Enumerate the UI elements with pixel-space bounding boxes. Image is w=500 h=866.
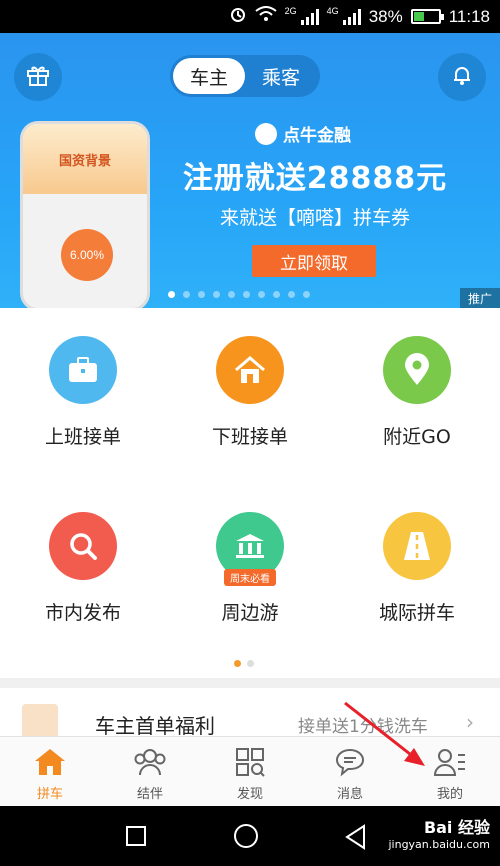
chat-icon [331, 745, 369, 779]
recent-apps-icon[interactable] [126, 826, 146, 846]
watermark-brand: Bai 经验 [423, 818, 490, 837]
tab-label: 结伴 [136, 787, 163, 802]
claim-button[interactable]: 立即领取 [252, 245, 376, 277]
section-divider [0, 678, 500, 688]
search-icon [49, 512, 117, 580]
banner-phone-image: 国资背景 6.00% [20, 121, 150, 308]
signal-icon-2 [342, 8, 361, 25]
tile-label: 附近GO [383, 426, 451, 448]
alarm-icon [229, 5, 247, 28]
network-4g: 4G [326, 5, 339, 16]
brand-name: 点牛金融 [283, 126, 351, 146]
tab-label: 发现 [236, 787, 263, 802]
clock: 11:18 [448, 6, 490, 26]
promo-row[interactable]: 车主首单福利 接单送1分钱洗车 › [0, 688, 500, 736]
feature-grid: 上班接单 下班接单 附近GO 市内发布 周末必看 周边游 城际拼车 [0, 308, 500, 678]
location-icon [383, 336, 451, 404]
toggle-driver[interactable]: 车主 [173, 58, 245, 94]
watermark-url: jingyan.baidu.com [388, 838, 490, 851]
banner-headline: 注册就送28888元 [182, 161, 448, 196]
road-icon [383, 512, 451, 580]
landmark-icon: 周末必看 [216, 512, 284, 586]
battery-percent: 38% [368, 6, 403, 26]
wifi-icon [255, 6, 277, 27]
status-bar: 2G 4G 38% 11:18 [0, 0, 500, 33]
tab-carpool[interactable]: 拼车 [0, 737, 100, 806]
tile-commute-to-work[interactable]: 上班接单 [0, 308, 166, 458]
system-nav-bar: Bai 经验 jingyan.baidu.com [0, 806, 500, 866]
tile-intercity[interactable]: 城际拼车 [334, 484, 500, 634]
tile-nearby-trip[interactable]: 周末必看 周边游 [167, 484, 333, 634]
promo-thumbnail [22, 704, 58, 736]
gift-icon [25, 62, 51, 92]
promo-title: 车主首单福利 [95, 714, 215, 736]
tile-commute-home[interactable]: 下班接单 [167, 308, 333, 458]
ad-tag: 推广 [460, 288, 500, 308]
grid-icon [231, 745, 269, 779]
tab-label: 拼车 [36, 787, 63, 802]
home-icon [216, 336, 284, 404]
tab-discover[interactable]: 发现 [200, 737, 300, 806]
toggle-passenger[interactable]: 乘客 [245, 58, 317, 94]
banner-brand: 点牛金融 [255, 121, 351, 146]
tab-messages[interactable]: 消息 [300, 737, 400, 806]
back-icon[interactable] [344, 824, 368, 854]
phone-screen: 2G 4G 38% 11:18 车主 乘客 国资背景 6.00% 点牛金融 注册… [0, 0, 500, 866]
tab-label: 消息 [336, 787, 363, 802]
tile-city-post[interactable]: 市内发布 [0, 484, 166, 634]
network-2g: 2G [284, 5, 297, 16]
mock-title: 国资背景 [58, 153, 111, 169]
promo-link[interactable]: 接单送1分钱洗车 [298, 712, 428, 736]
tab-label: 我的 [436, 787, 463, 802]
battery-icon [410, 9, 444, 24]
bell-icon [450, 63, 474, 91]
tile-nearby-go[interactable]: 附近GO [334, 308, 500, 458]
signal-icon [300, 8, 319, 25]
tile-label: 上班接单 [44, 426, 121, 448]
brand-logo-icon [255, 122, 277, 145]
profile-icon [431, 745, 469, 779]
gift-button[interactable] [14, 53, 62, 101]
tab-companion[interactable]: 结伴 [100, 737, 200, 806]
tile-label: 下班接单 [211, 426, 288, 448]
tile-label: 城际拼车 [378, 602, 455, 624]
weekend-badge: 周末必看 [224, 569, 276, 586]
home-button-icon[interactable] [234, 824, 258, 848]
tile-label: 周边游 [221, 602, 279, 624]
bottom-tab-bar: 拼车 结伴 发现 消息 我的 [0, 736, 500, 806]
home-icon [31, 745, 69, 779]
banner-pager [168, 291, 310, 298]
grid-pager [234, 660, 254, 667]
tab-mine[interactable]: 我的 [400, 737, 500, 806]
tile-label: 市内发布 [44, 602, 121, 624]
group-icon [131, 745, 169, 779]
chevron-right-icon: › [466, 710, 474, 734]
banner-subline: 来就送【嘀嗒】拼车券 [219, 207, 410, 229]
promo-banner[interactable]: 车主 乘客 国资背景 6.00% 点牛金融 注册就送28888元 来就送【嘀嗒】… [0, 33, 500, 308]
baidu-watermark: Bai 经验 jingyan.baidu.com [388, 814, 490, 851]
mock-rate: 6.00% [61, 229, 113, 281]
role-toggle[interactable]: 车主 乘客 [170, 55, 320, 97]
notification-button[interactable] [438, 53, 486, 101]
briefcase-icon [49, 336, 117, 404]
